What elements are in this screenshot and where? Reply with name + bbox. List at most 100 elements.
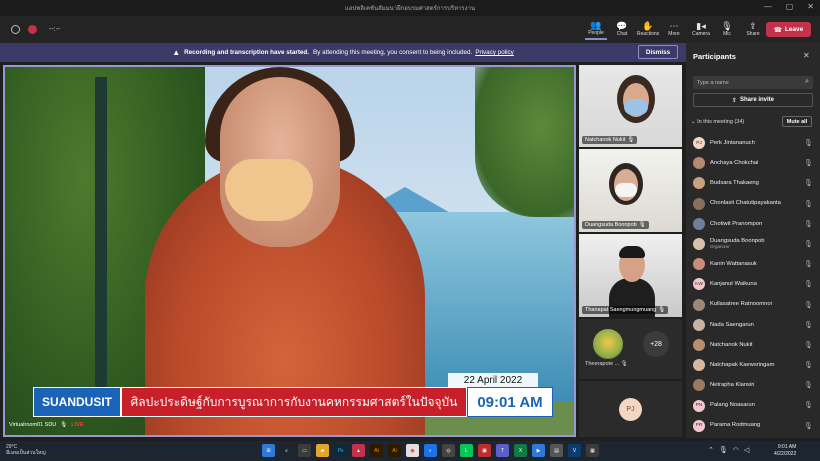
broadcast-time: 09:01 AM	[467, 387, 553, 417]
mic-off-icon: 🎙	[804, 160, 813, 168]
participant-name-text: Perk Jintananuch	[710, 139, 755, 146]
participant-row[interactable]: KW Kanjanut Waikuna 🎙	[686, 274, 820, 294]
app-red-icon[interactable]: ▣	[478, 444, 491, 457]
video-tile-4-name-text: Theerapote ...	[585, 361, 620, 367]
recording-banner: ▲ Recording and transcription have start…	[0, 43, 686, 62]
video-tile-3[interactable]: Thanapat Saengmungmuang 🎙	[579, 234, 682, 317]
video-tile-2-name: Duangsuda Boonpob 🎙	[582, 221, 649, 229]
mute-all-button[interactable]: Mute all	[782, 116, 812, 127]
participant-row[interactable]: Chotiwit Pranompon 🎙	[686, 214, 820, 234]
leave-button[interactable]: ☎ Leave	[766, 22, 811, 37]
mic-off-icon: 🎙	[804, 341, 813, 349]
close-button[interactable]: ✕	[807, 2, 814, 11]
participant-row[interactable]: Budsara Thakaeng 🎙	[686, 173, 820, 193]
participant-avatar	[693, 298, 705, 311]
reactions-button[interactable]: ✋ Reactions	[637, 18, 659, 40]
in-meeting-section-toggle[interactable]: ⌄ In this meeting (34)	[691, 119, 744, 125]
mic-off-icon: 🎙	[804, 362, 813, 370]
edge-icon[interactable]: ◐	[424, 444, 437, 457]
video-tile-4[interactable]: +28 Theerapote ... 🎙	[579, 319, 682, 379]
privacy-policy-link[interactable]: Privacy policy	[475, 49, 514, 56]
minimize-button[interactable]: —	[764, 2, 772, 11]
task-view-icon[interactable]: ▭	[298, 444, 311, 457]
windows-start-icon[interactable]: ⊞	[262, 444, 275, 457]
mic-tray-icon[interactable]: 🎙	[719, 446, 728, 454]
more-participants-button[interactable]: +28	[643, 331, 669, 357]
participant-name: Nada Saengarun	[710, 322, 754, 329]
participant-row[interactable]: PN Palang Noasarun 🎙	[686, 395, 820, 415]
participant-row[interactable]: Natchapak Kaewsringam 🎙	[686, 355, 820, 375]
main-video-stage[interactable]: 22 April 2022 SUANDUSIT ศิลปะประดิษฐ์กับ…	[3, 65, 576, 437]
zoom-icon[interactable]: ▶	[532, 444, 545, 457]
photoshop-icon[interactable]: Ps	[334, 444, 347, 457]
video-tile-3-name-text: Thanapat Saengmungmuang	[585, 307, 657, 313]
line-icon[interactable]: L	[460, 444, 473, 457]
shield-icon[interactable]	[11, 25, 20, 34]
chat-button[interactable]: 💬 Chat	[611, 18, 633, 40]
volume-icon[interactable]: ◁	[744, 446, 749, 454]
toolbar-right: ▮◂ Camera 🎙 Mic ⇪ Share	[690, 18, 764, 40]
mic-off-icon: 🎙	[804, 382, 813, 390]
video-tile-1[interactable]: Natchanok Nukit 🎙	[579, 65, 682, 147]
participant-avatar: KW	[693, 278, 705, 291]
search-icon[interactable]: ⌕	[280, 444, 293, 457]
mic-button[interactable]: 🎙 Mic	[716, 18, 738, 40]
participant-row[interactable]: Kanin Wattanasuk 🎙	[686, 254, 820, 274]
video-tile-2-mask	[615, 183, 637, 197]
maximize-button[interactable]: ▢	[786, 2, 794, 11]
video-presenter-mask	[225, 159, 313, 221]
video-tile-2[interactable]: Duangsuda Boonpob 🎙	[579, 149, 682, 232]
participant-row[interactable]: Natchanok Nukit 🎙	[686, 335, 820, 355]
mic-off-icon: 🎙	[804, 301, 813, 309]
close-icon[interactable]: ✕	[803, 51, 810, 60]
participant-name-text: Nada Saengarun	[710, 321, 754, 328]
share-button[interactable]: ⇪ Share	[742, 18, 764, 40]
mic-off-icon: 🎙	[804, 281, 813, 289]
people-button[interactable]: 👥 People	[585, 18, 607, 40]
participant-row[interactable]: Nada Saengarun 🎙	[686, 315, 820, 335]
participant-row[interactable]: PJ Perk Jintananuch 🎙	[686, 133, 820, 153]
acrobat-icon[interactable]: ▲	[352, 444, 365, 457]
app-dark-icon[interactable]: ▦	[586, 444, 599, 457]
participant-name-text: Kanin Wattanasuk	[710, 260, 757, 267]
participant-name: Netrapha Klansiri	[710, 382, 754, 389]
teams-icon[interactable]: T	[496, 444, 509, 457]
window-title: แอปพลิเคชันสัมมนาฝึกอบรมศาสตร์การบริหารง…	[344, 6, 476, 12]
wifi-icon[interactable]: ◠	[733, 446, 739, 454]
share-invite-button[interactable]: ⇪ Share invite	[693, 93, 813, 107]
dismiss-button[interactable]: Dismiss	[638, 45, 678, 59]
participant-row[interactable]: Netrapha Klansiri 🎙	[686, 375, 820, 395]
participant-name-text: Chonlasit Chatutipayakanta	[710, 200, 781, 207]
leave-label: Leave	[784, 26, 804, 33]
people-icon: 👥	[590, 20, 602, 30]
meeting-timer: --:--	[49, 26, 61, 33]
participant-name: Palang Noasarun	[710, 402, 755, 409]
participant-row[interactable]: Anchaya Chokchai 🎙	[686, 153, 820, 173]
camera-button[interactable]: ▮◂ Camera	[690, 18, 712, 40]
illustrator-alt-icon[interactable]: Ai	[388, 444, 401, 457]
weather-widget[interactable]: 29°C มีเมฆเป็นส่วนใหญ่	[6, 444, 46, 456]
more-button[interactable]: ⋯ More	[663, 18, 685, 40]
camera-app-icon[interactable]: ◎	[442, 444, 455, 457]
participant-row[interactable]: PR Parama Rodmuang 🎙	[686, 416, 820, 436]
participant-avatar: PN	[693, 399, 705, 412]
illustrator-icon[interactable]: Ai	[370, 444, 383, 457]
participant-row[interactable]: Kullasatree Ratnoomnoi 🎙	[686, 295, 820, 315]
video-tile-5[interactable]: PJ	[579, 381, 682, 437]
taskbar-clock[interactable]: 9:01 AM 4/22/2022	[774, 444, 796, 458]
mic-label: Mic	[723, 31, 731, 37]
chevron-up-icon[interactable]: ⌃	[708, 446, 714, 454]
participant-row[interactable]: Chonlasit Chatutipayakanta 🎙	[686, 194, 820, 214]
live-badge: LIVE	[71, 422, 84, 428]
file-explorer-icon[interactable]: ▰	[316, 444, 329, 457]
chrome-icon[interactable]: ◉	[406, 444, 419, 457]
vegas-icon[interactable]: V	[568, 444, 581, 457]
participant-search-input[interactable]: Type a name ⌕	[693, 76, 813, 89]
people-label: People	[588, 30, 604, 36]
participant-row[interactable]: Duangsuda Boonpob Organizer 🎙	[686, 234, 820, 254]
excel-icon[interactable]: X	[514, 444, 527, 457]
video-tile-3-hair	[619, 246, 645, 258]
app-generic-icon[interactable]: ▤	[550, 444, 563, 457]
system-tray: ⌃ 🎙 ◠ ◁	[708, 446, 749, 454]
chevron-down-icon: ⌄	[691, 119, 696, 125]
